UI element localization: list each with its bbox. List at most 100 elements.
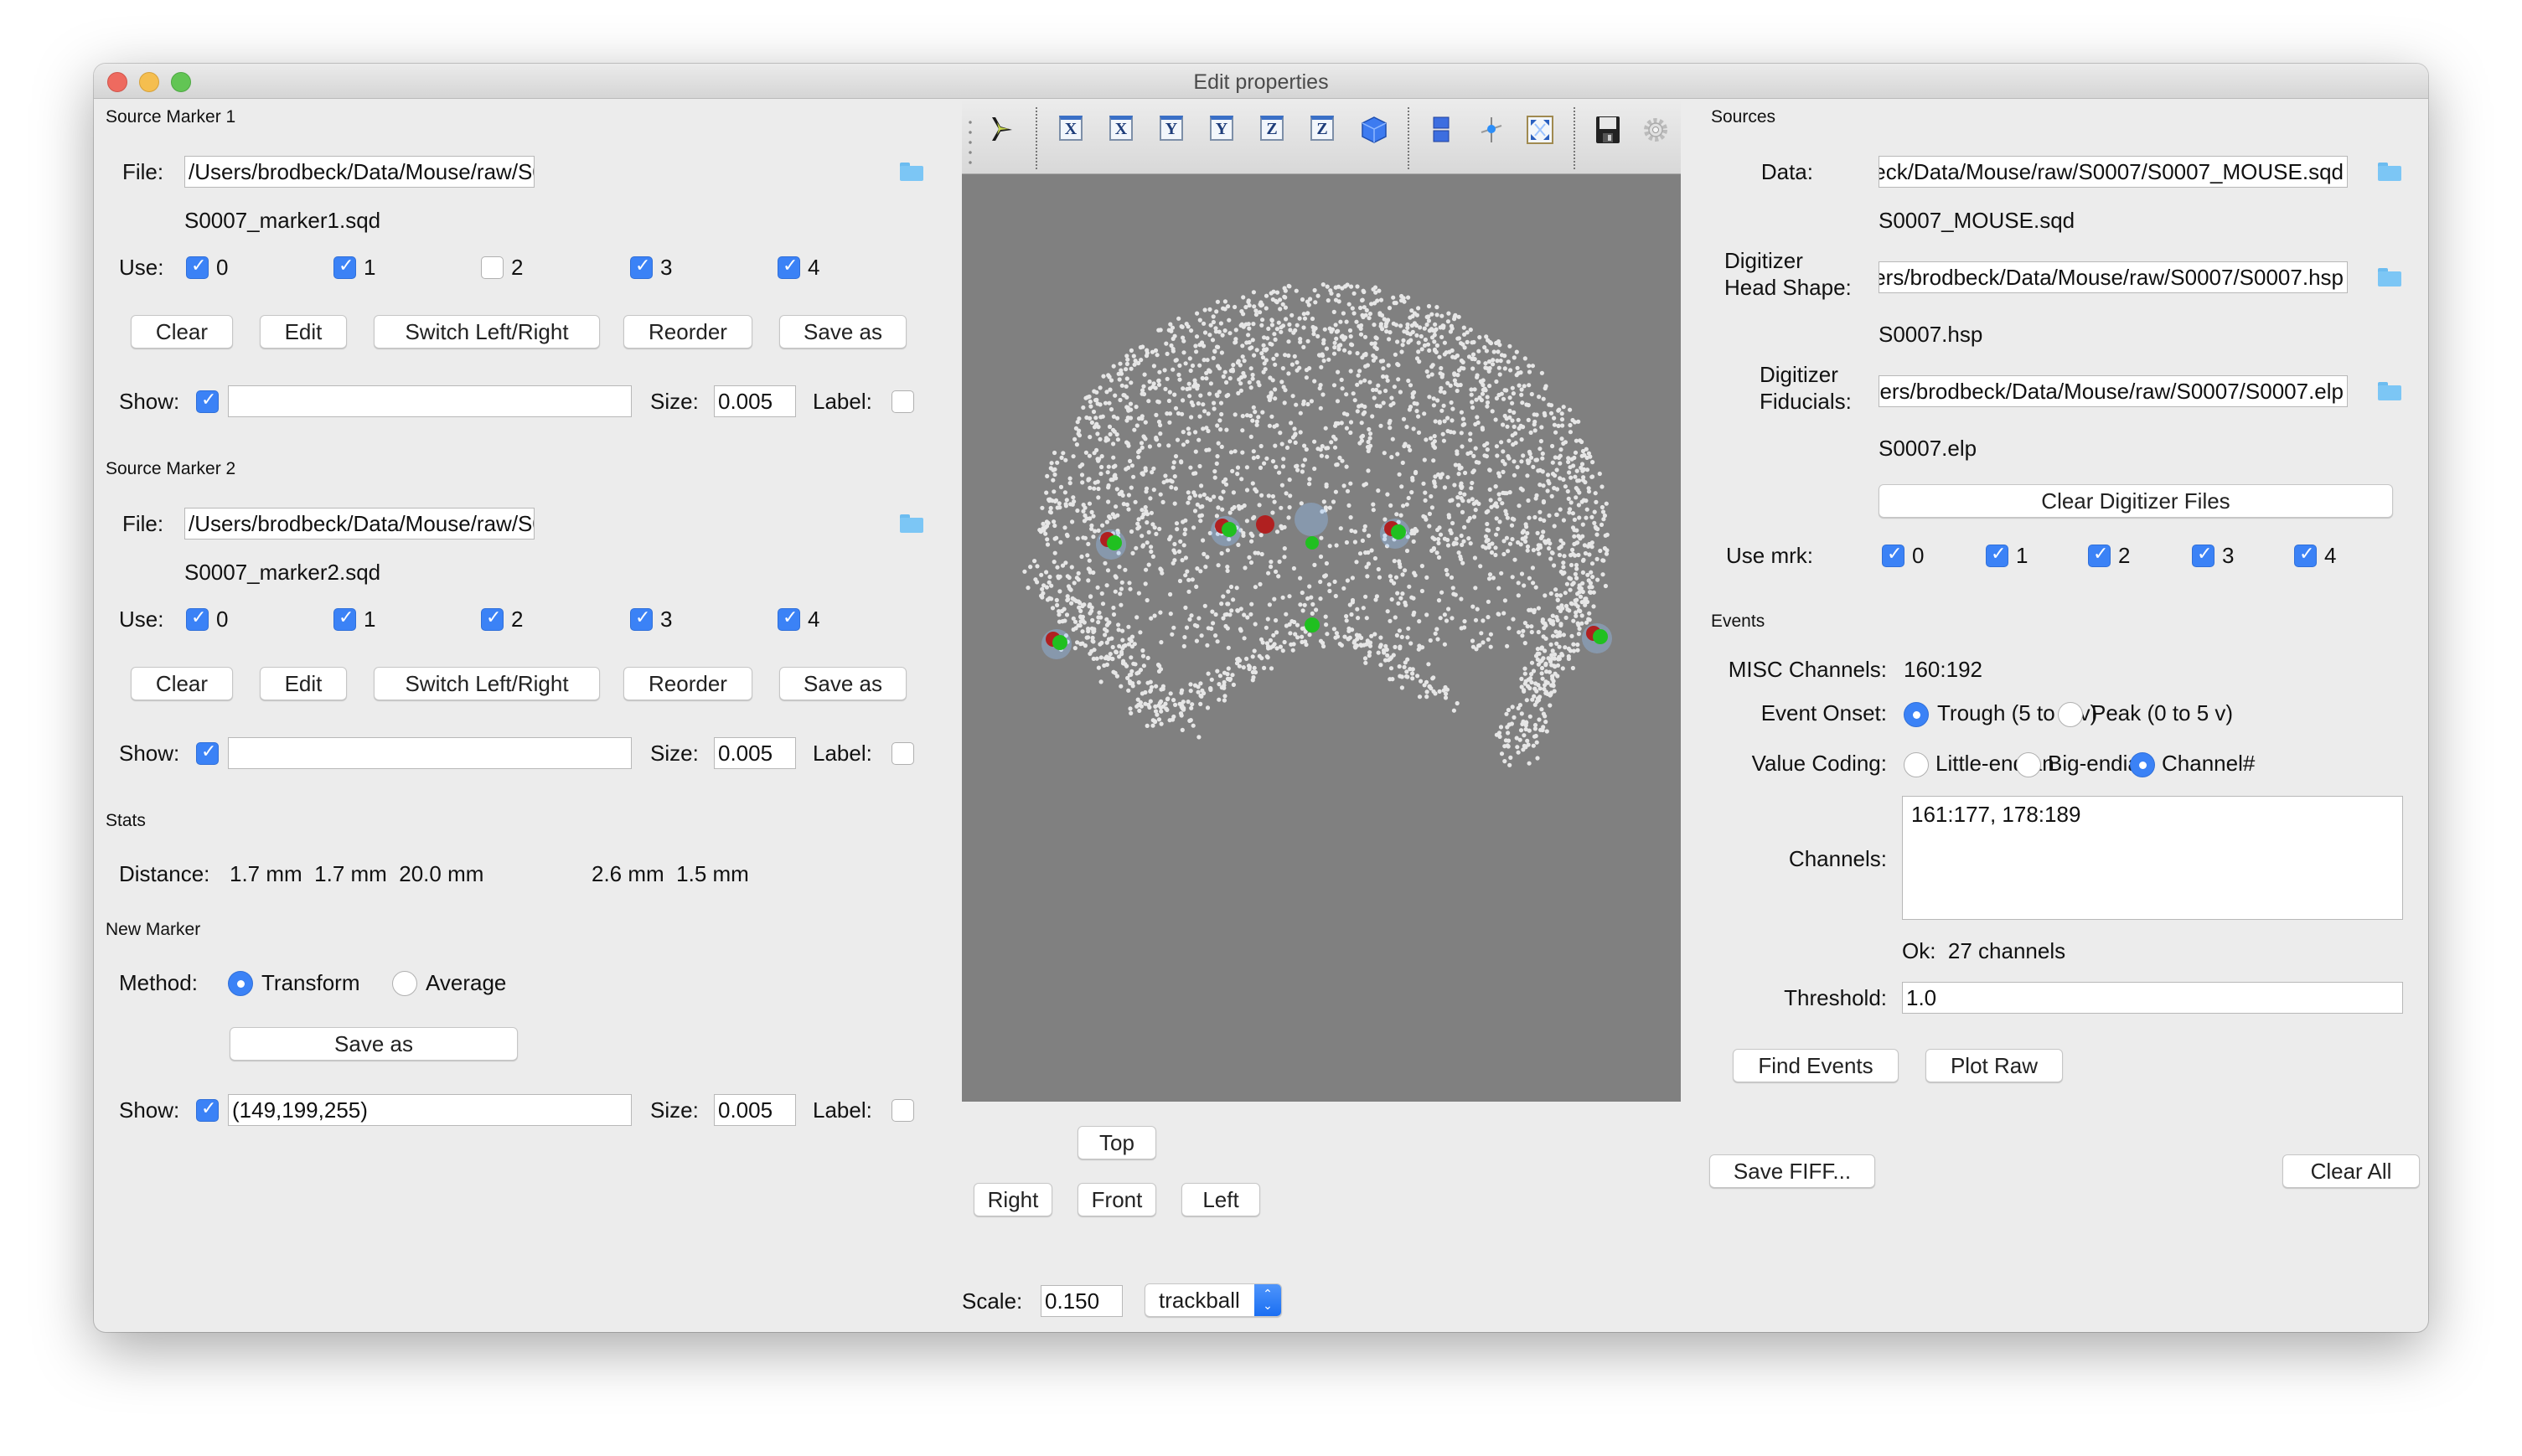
use-mrk-3-checkbox[interactable] (2192, 544, 2215, 567)
marker2-size-input[interactable]: 0.005 (714, 737, 796, 769)
headshape-point (1516, 581, 1521, 586)
coding-little-endian-radio[interactable] (1904, 752, 1929, 777)
headshape-point (1504, 711, 1509, 716)
use-mrk-1-checkbox[interactable] (1986, 544, 2008, 567)
view-right-button[interactable]: Right (974, 1183, 1052, 1216)
3d-scene-canvas[interactable] (962, 174, 1681, 1102)
head-shape-file-input[interactable]: /Users/brodbeck/Data/Mouse/raw/S0007/S00… (1879, 261, 2348, 293)
settings-gear-icon[interactable] (1642, 116, 1667, 142)
marker2-use-0-checkbox[interactable] (186, 607, 209, 631)
marker2-switch-left-right-button[interactable]: Switch Left/Right (374, 667, 600, 700)
marker1-use-2-checkbox[interactable] (481, 256, 504, 279)
use-mrk-2-checkbox[interactable] (2088, 544, 2111, 567)
marker2-clear-button[interactable]: Clear (131, 667, 233, 700)
headshape-point (1346, 302, 1351, 307)
headshape-point (1267, 602, 1272, 607)
view-top-button[interactable]: Top (1078, 1126, 1156, 1159)
view-x-neg-icon[interactable]: X (1109, 116, 1133, 141)
show-axes-icon[interactable] (1478, 116, 1502, 142)
marker2-use-4-checkbox[interactable] (778, 607, 800, 631)
headshape-point (1137, 708, 1142, 714)
marker2-use-1-checkbox[interactable] (333, 607, 356, 631)
method-transform-radio[interactable] (228, 971, 253, 996)
data-browse-folder-icon[interactable] (2378, 163, 2401, 181)
data-file-input[interactable]: /Users/brodbeck/Data/Mouse/raw/S0007/S00… (1879, 156, 2348, 188)
marker2-use-2-checkbox[interactable] (481, 607, 504, 631)
marker1-size-input[interactable]: 0.005 (714, 385, 796, 417)
headshape-point (1287, 594, 1292, 599)
marker1-clear-button[interactable]: Clear (131, 315, 233, 349)
marker1-label-checkbox[interactable] (891, 390, 914, 413)
view-y-pos-icon[interactable]: Y (1160, 116, 1183, 141)
marker1-show-checkbox[interactable] (196, 390, 219, 413)
headshape-point (1307, 477, 1312, 482)
view-front-button[interactable]: Front (1078, 1183, 1156, 1216)
marker1-browse-folder-icon[interactable] (900, 163, 923, 181)
coding-big-endian-radio[interactable] (2016, 752, 2041, 777)
marker1-use-1-checkbox[interactable] (333, 256, 356, 279)
marker2-use-3-checkbox[interactable] (630, 607, 653, 631)
coding-channel-radio[interactable] (2130, 752, 2155, 777)
toolbar-grip-handle[interactable] (969, 117, 972, 164)
marker1-edit-button[interactable]: Edit (260, 315, 347, 349)
new-marker-show-checkbox[interactable] (196, 1098, 219, 1122)
marker2-browse-folder-icon[interactable] (900, 514, 923, 533)
view-x-pos-icon[interactable]: X (1059, 116, 1083, 141)
threshold-input[interactable]: 1.0 (1902, 982, 2403, 1014)
marker1-use-4-checkbox[interactable] (778, 256, 800, 279)
headshape-point (1550, 648, 1555, 653)
find-events-button[interactable]: Find Events (1733, 1049, 1899, 1082)
onset-trough-radio[interactable] (1904, 702, 1929, 727)
interaction-mode-select[interactable]: trackball ⌃ ⌄ (1145, 1283, 1282, 1317)
save-fiff-button[interactable]: Save FIFF... (1709, 1154, 1875, 1188)
marker2-edit-button[interactable]: Edit (260, 667, 347, 700)
headshape-scene[interactable] (962, 174, 1681, 1102)
view-z-neg-icon[interactable]: Z (1310, 116, 1334, 141)
headshape-point (1134, 704, 1140, 709)
fiducials-browse-folder-icon[interactable] (2378, 382, 2401, 400)
onset-peak-radio[interactable] (2058, 702, 2083, 727)
marker2-show-checkbox[interactable] (196, 741, 219, 765)
marker1-use-3-checkbox[interactable] (630, 256, 653, 279)
new-marker-label-checkbox[interactable] (891, 1099, 914, 1122)
view-y-neg-icon[interactable]: Y (1210, 116, 1233, 141)
marker1-use-0-checkbox[interactable] (186, 256, 209, 279)
marker1-reorder-button[interactable]: Reorder (623, 315, 752, 349)
save-icon[interactable] (1595, 116, 1620, 143)
full-screen-icon[interactable] (1527, 116, 1553, 144)
marker2-save-as-button[interactable]: Save as (779, 667, 907, 700)
new-marker-color-input[interactable]: (149,199,255) (228, 1094, 632, 1126)
marker2-file-input[interactable]: /Users/brodbeck/Data/Mouse/raw/S0007/S00… (184, 508, 535, 540)
method-average-radio[interactable] (392, 971, 417, 996)
pointer-icon[interactable] (989, 116, 1012, 141)
use-mrk-0-checkbox[interactable] (1882, 544, 1904, 567)
plot-raw-button[interactable]: Plot Raw (1925, 1049, 2063, 1082)
isometric-cube-icon[interactable] (1361, 116, 1387, 143)
scale-input[interactable]: 0.150 (1041, 1285, 1123, 1317)
headshape-point (1226, 589, 1231, 594)
marker2-label-checkbox[interactable] (891, 742, 914, 765)
new-marker-size-input[interactable]: 0.005 (714, 1094, 796, 1126)
headshape-point (1371, 387, 1376, 393)
headshape-point (1417, 694, 1423, 700)
marker2-color-input[interactable] (228, 737, 632, 769)
use-mrk-4-checkbox[interactable] (2294, 544, 2317, 567)
headshape-point (1579, 465, 1584, 470)
view-z-pos-icon[interactable]: Z (1260, 116, 1284, 141)
new-marker-save-as-button[interactable]: Save as (230, 1027, 518, 1061)
marker1-file-input[interactable]: /Users/brodbeck/Data/Mouse/raw/S0007/S00… (184, 156, 535, 188)
headshape-point (1045, 473, 1050, 478)
marker1-color-input[interactable] (228, 385, 632, 417)
marker1-save-as-button[interactable]: Save as (779, 315, 907, 349)
clear-all-button[interactable]: Clear All (2282, 1154, 2420, 1188)
fiducials-file-input[interactable]: /Users/brodbeck/Data/Mouse/raw/S0007/S00… (1879, 375, 2348, 407)
headshape-point (1345, 578, 1350, 583)
marker1-switch-left-right-button[interactable]: Switch Left/Right (374, 315, 600, 349)
parallel-projection-icon[interactable] (1431, 116, 1455, 142)
head-shape-browse-folder-icon[interactable] (2378, 268, 2401, 287)
view-left-button[interactable]: Left (1181, 1183, 1260, 1216)
clear-digitizer-files-button[interactable]: Clear Digitizer Files (1879, 484, 2393, 518)
marker2-reorder-button[interactable]: Reorder (623, 667, 752, 700)
title-bar[interactable]: Edit properties (94, 64, 2428, 99)
channels-textarea[interactable]: 161:177, 178:189 (1902, 796, 2403, 920)
